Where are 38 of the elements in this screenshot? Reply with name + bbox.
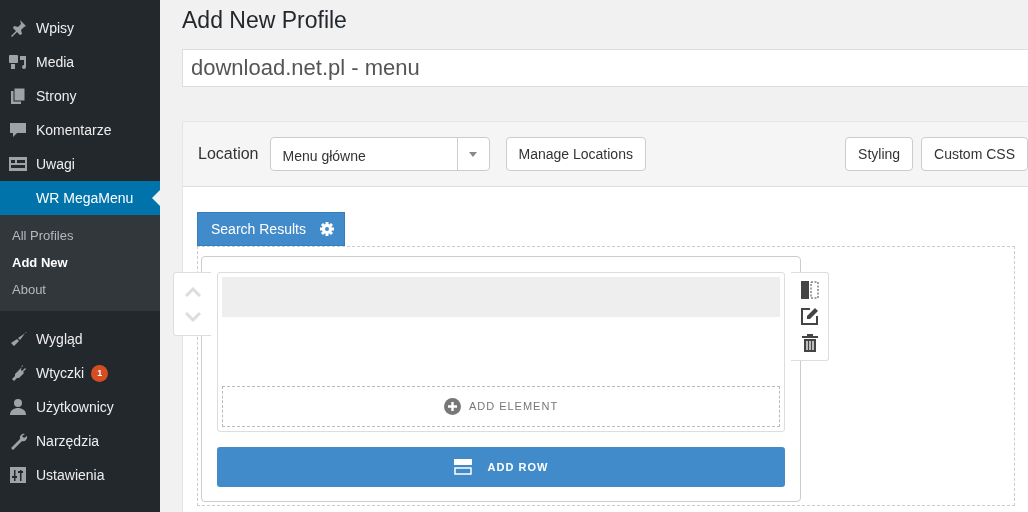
sidebar-item[interactable]: Ustawienia xyxy=(0,458,160,492)
location-dropdown[interactable]: Menu główne xyxy=(269,137,490,171)
add-element-button[interactable]: ADD ELEMENT xyxy=(222,386,780,427)
columns-icon[interactable] xyxy=(800,281,819,300)
page-title: Add New Profile xyxy=(182,6,348,35)
toolbar-button[interactable]: Custom CSS xyxy=(921,137,1028,171)
toolbar-button[interactable]: Styling xyxy=(845,137,914,171)
edit-icon[interactable] xyxy=(800,307,819,326)
sidebar-item[interactable]: Użytkownicy xyxy=(0,390,160,424)
comment-icon xyxy=(8,120,28,140)
submenu-item[interactable]: Add New xyxy=(0,249,160,276)
sidebar-item[interactable]: Media xyxy=(0,45,160,79)
update-count-badge: 1 xyxy=(91,364,109,382)
sidebar-item[interactable]: Wtyczki 1 xyxy=(0,356,160,390)
submenu-item[interactable]: About xyxy=(0,276,160,303)
location-label: Location xyxy=(198,144,259,164)
settings-icon[interactable] xyxy=(319,222,334,236)
sidebar-item[interactable]: Uwagi xyxy=(0,147,160,181)
trash-icon[interactable] xyxy=(801,333,818,352)
caret-icon xyxy=(469,151,477,157)
card-icon xyxy=(8,154,28,174)
plus-icon xyxy=(443,398,461,415)
menu-item-tab[interactable]: Search Results xyxy=(197,212,345,246)
add-row-button[interactable]: ADD ROW xyxy=(217,447,785,487)
profile-name-field[interactable]: download.net.pl - menu xyxy=(182,49,1028,87)
row-icon xyxy=(453,459,472,475)
manage-locations-button[interactable]: Manage Locations xyxy=(505,137,646,171)
sidebar-item[interactable]: Strony xyxy=(0,79,160,113)
sidebar-item[interactable]: Narzędzia xyxy=(0,424,160,458)
sidebar-item[interactable]: WR MegaMenu xyxy=(0,181,160,215)
sidebar-item[interactable]: Wpisy xyxy=(0,11,160,45)
media-icon xyxy=(8,52,28,72)
submenu-item[interactable]: All Profiles xyxy=(0,222,160,249)
user-icon xyxy=(8,397,28,417)
sliders-icon xyxy=(8,465,28,485)
pages-icon xyxy=(8,86,28,106)
sidebar-item[interactable]: Wygląd xyxy=(0,322,160,356)
sidebar-item[interactable]: Komentarze xyxy=(0,113,160,147)
